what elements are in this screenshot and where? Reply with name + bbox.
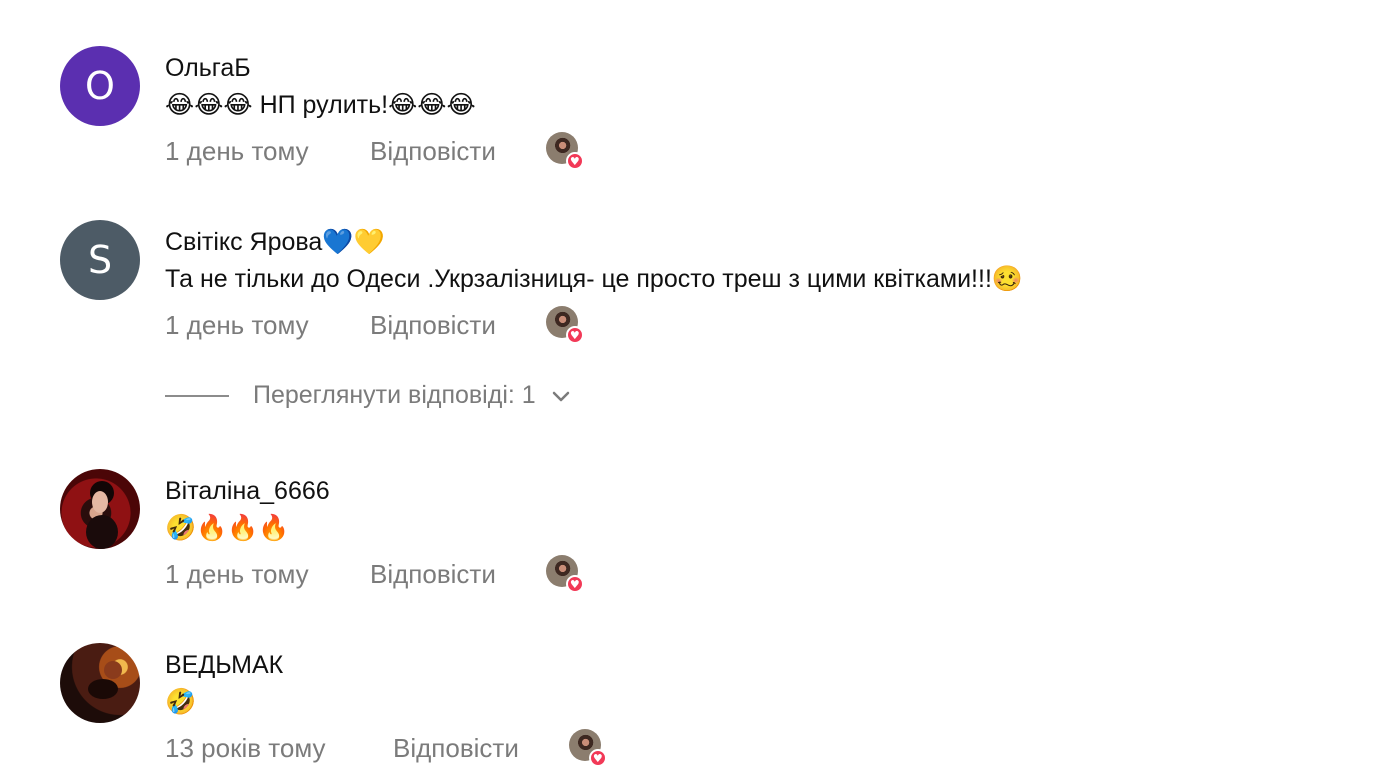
creator-like-indicator: ♥ <box>568 729 607 767</box>
reply-button[interactable]: Відповісти <box>370 310 496 341</box>
view-replies-label: Переглянути відповіді: 1 <box>253 381 536 409</box>
comment-text: 🤣 <box>165 688 197 716</box>
avatar-photo-detail <box>92 491 108 513</box>
avatar-photo-detail <box>104 661 122 679</box>
chevron-down-icon <box>550 385 572 407</box>
comment-text: Та не тільки до Одеси .Укрзалізниця- це … <box>165 265 1024 293</box>
heart-icon: ♥ <box>588 749 607 767</box>
reply-button[interactable]: Відповісти <box>370 559 496 590</box>
comment-author[interactable]: ОльгаБ <box>165 52 251 84</box>
comment-timestamp: 1 день тому <box>165 135 309 166</box>
heart-icon: ♥ <box>565 575 584 593</box>
replies-divider <box>165 394 229 397</box>
avatar[interactable] <box>60 469 140 549</box>
avatar[interactable] <box>60 643 140 723</box>
avatar-letter: S <box>87 238 113 282</box>
comment-text: 😂😂😂 НП рулить!😂😂😂 <box>165 91 476 119</box>
comment-meta: 1 день тому Відповісти ♥ <box>165 306 584 344</box>
creator-like-indicator: ♥ <box>545 555 584 593</box>
comment-timestamp: 1 день тому <box>165 558 309 589</box>
avatar[interactable]: S <box>60 220 140 300</box>
avatar-letter: O <box>85 64 115 108</box>
avatar-photo-detail <box>88 679 118 699</box>
comment-author[interactable]: ВЕДЬМАК <box>165 649 283 681</box>
comment-timestamp: 1 день тому <box>165 309 309 340</box>
comment-timestamp: 13 років тому <box>165 732 326 763</box>
creator-like-indicator: ♥ <box>545 306 584 344</box>
reply-button[interactable]: Відповісти <box>370 136 496 167</box>
heart-icon: ♥ <box>565 152 584 170</box>
comment-author[interactable]: Світікс Ярова💙💛 <box>165 226 385 258</box>
heart-icon: ♥ <box>565 326 584 344</box>
view-replies-button[interactable]: Переглянути відповіді: 1 <box>165 381 572 410</box>
comment-meta: 13 років тому Відповісти ♥ <box>165 729 607 767</box>
comment-text: 🤣🔥🔥🔥 <box>165 514 290 542</box>
reply-button[interactable]: Відповісти <box>393 733 519 764</box>
comment-author[interactable]: Віталіна_6666 <box>165 475 330 507</box>
creator-like-indicator: ♥ <box>545 132 584 170</box>
avatar-photo-detail <box>86 515 118 549</box>
comment-meta: 1 день тому Відповісти ♥ <box>165 555 584 593</box>
avatar[interactable]: O <box>60 46 140 126</box>
comment-meta: 1 день тому Відповісти ♥ <box>165 132 584 170</box>
